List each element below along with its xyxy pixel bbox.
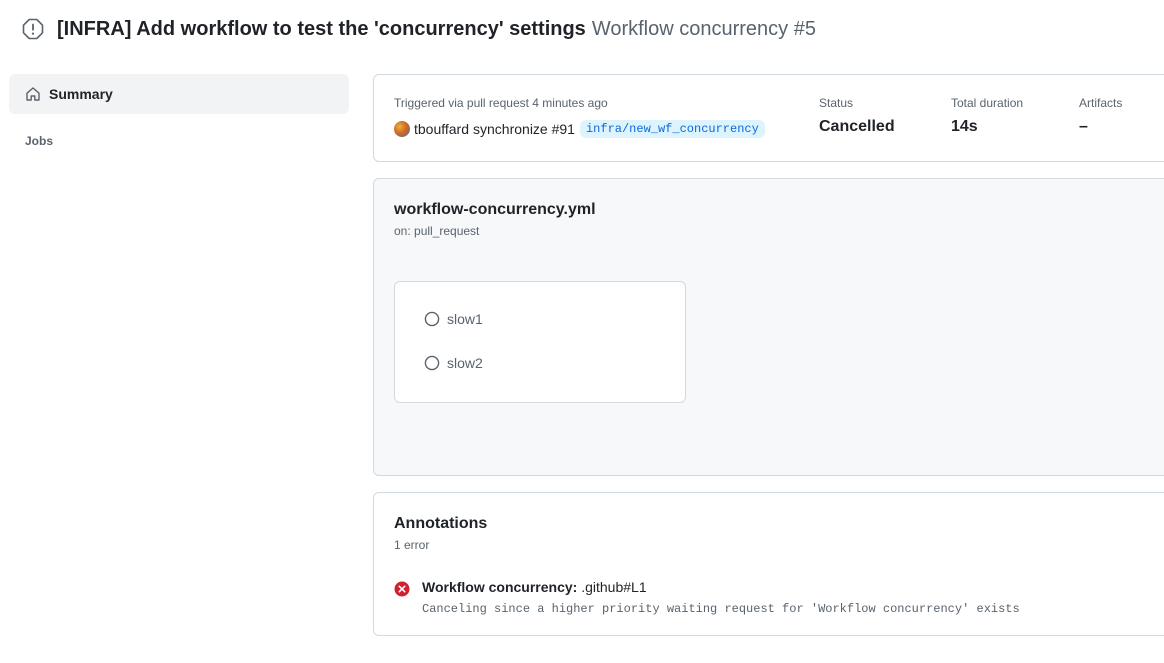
job-slow1[interactable]: slow1 (424, 311, 483, 327)
trigger-label: Triggered via pull request 4 minutes ago (394, 96, 608, 110)
sidebar-jobs-heading: Jobs (25, 134, 54, 148)
error-x-icon (394, 581, 410, 597)
job-slow2[interactable]: slow2 (424, 355, 483, 371)
sidebar-item-label: Summary (49, 86, 113, 102)
status-label: Status (819, 96, 854, 110)
branch-label[interactable]: infra/new_wf_concurrency (579, 120, 765, 138)
annotation-message: Canceling since a higher priority waitin… (422, 602, 1020, 616)
skipped-circle-icon (424, 311, 440, 327)
page-title: [INFRA] Add workflow to test the 'concur… (57, 17, 586, 40)
annotations-panel: Annotations 1 error Workflow concurrency… (373, 492, 1164, 636)
duration-value: 14s (951, 118, 978, 135)
run-header: [INFRA] Add workflow to test the 'concur… (22, 16, 816, 42)
workflow-file-name[interactable]: workflow-concurrency.yml (394, 201, 596, 219)
status-section: Status Cancelled (819, 96, 895, 136)
artifacts-value: – (1079, 118, 1088, 135)
workflow-run-name: Workflow concurrency #5 (591, 17, 816, 40)
event-link[interactable]: synchronize #91 (473, 121, 575, 137)
cancelled-icon (22, 18, 44, 40)
duration-section: Total duration 14s (951, 96, 1023, 136)
jobs-card: slow1 slow2 (394, 281, 686, 403)
status-value: Cancelled (819, 118, 895, 135)
annotation-source: Workflow concurrency: (422, 579, 578, 595)
trigger-details: tbouffard synchronize #91 infra/new_wf_c… (394, 120, 765, 138)
duration-label: Total duration (951, 96, 1024, 110)
job-name: slow1 (447, 311, 483, 327)
workflow-trigger: on: pull_request (394, 224, 480, 238)
home-icon (25, 86, 41, 102)
annotations-count: 1 error (394, 538, 430, 552)
artifacts-label: Artifacts (1079, 96, 1123, 110)
sidebar-item-summary[interactable]: Summary (9, 74, 349, 114)
actor-link[interactable]: tbouffard (414, 121, 469, 137)
skipped-circle-icon (424, 355, 440, 371)
annotation-location-link[interactable]: .github#L1 (581, 579, 646, 595)
job-name: slow2 (447, 355, 483, 371)
annotation-heading: Workflow concurrency: .github#L1 (422, 579, 647, 595)
artifacts-section: Artifacts – (1079, 96, 1122, 136)
run-summary-panel: Triggered via pull request 4 minutes ago… (373, 74, 1164, 162)
avatar[interactable] (394, 121, 410, 137)
annotations-title: Annotations (394, 515, 488, 532)
workflow-graph-panel: workflow-concurrency.yml on: pull_reques… (373, 178, 1164, 476)
